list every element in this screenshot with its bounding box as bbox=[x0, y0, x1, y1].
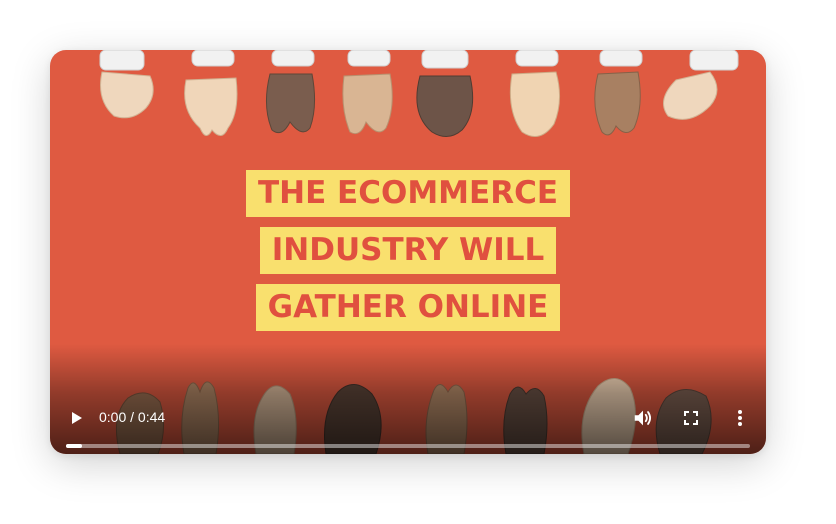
progress-fill bbox=[66, 444, 82, 448]
video-headline: THE ECOMMERCE INDUSTRY WILL GATHER ONLIN… bbox=[50, 170, 766, 331]
hand-illustration bbox=[99, 50, 154, 119]
volume-button[interactable] bbox=[632, 407, 654, 429]
video-player[interactable]: THE ECOMMERCE INDUSTRY WILL GATHER ONLIN… bbox=[50, 50, 766, 454]
hand-illustration bbox=[509, 50, 560, 137]
headline-line-3: GATHER ONLINE bbox=[255, 284, 561, 331]
play-button[interactable] bbox=[66, 408, 86, 428]
hand-illustration bbox=[594, 50, 643, 136]
hand-illustration bbox=[184, 50, 238, 136]
time-display: 0:00 / 0:44 bbox=[99, 409, 166, 425]
hand-illustration bbox=[416, 50, 474, 137]
player-controls: 0:00 / 0:44 bbox=[50, 384, 766, 454]
play-icon bbox=[72, 412, 82, 424]
hands-top-illustration bbox=[99, 50, 739, 137]
volume-icon bbox=[634, 410, 652, 426]
fullscreen-icon bbox=[684, 411, 698, 425]
fullscreen-button[interactable] bbox=[681, 408, 701, 428]
more-options-button[interactable] bbox=[730, 407, 750, 429]
hand-illustration bbox=[266, 50, 316, 134]
headline-line-2: INDUSTRY WILL bbox=[259, 227, 557, 274]
more-vertical-icon bbox=[738, 410, 742, 426]
hand-illustration bbox=[663, 50, 739, 120]
hand-illustration bbox=[342, 50, 393, 135]
progress-bar[interactable] bbox=[66, 444, 750, 448]
headline-line-1: THE ECOMMERCE bbox=[245, 170, 570, 217]
